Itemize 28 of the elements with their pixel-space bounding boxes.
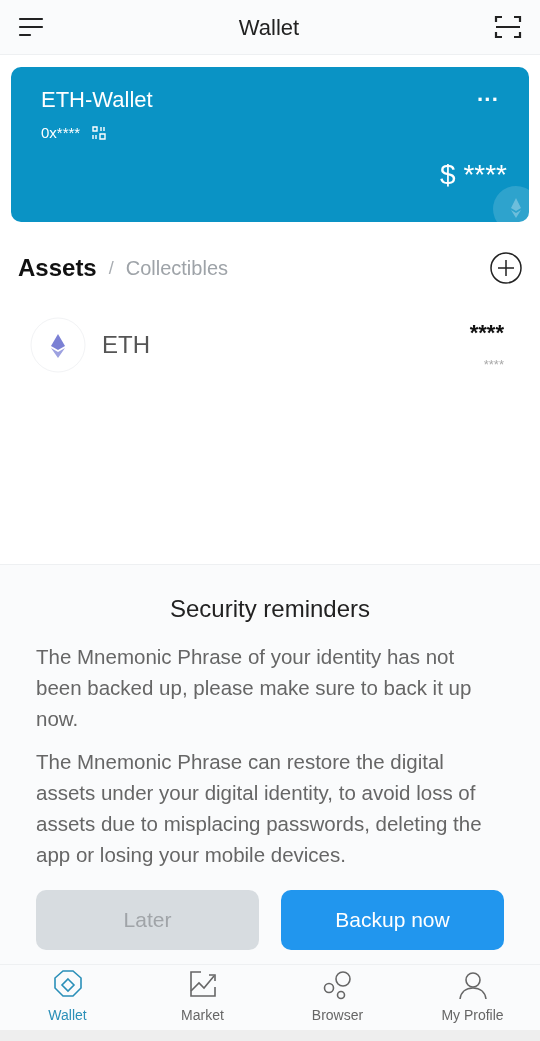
ethereum-icon [30, 317, 86, 374]
wallet-address: 0x**** [41, 123, 81, 143]
bubbles-icon [321, 969, 354, 1001]
tab[interactable]: Collectibles [125, 253, 228, 283]
scan-icon[interactable] [494, 14, 522, 40]
menu-icon[interactable] [18, 16, 44, 38]
reminder-text: The Mnemonic Phrase can restore the digital assets under your digital identity, to avoid loss of assets due to misplacing passwords, deleting the app or losing your mobile devices. [36, 749, 483, 868]
asset-row[interactable]: ETH **** **** [0, 316, 540, 375]
reminder-text: The Mnemonic Phrase of your identity has not been backed up, please make sure to back it up now. [36, 644, 473, 732]
more-button[interactable]: ··· [477, 83, 499, 116]
asset-symbol: ETH [102, 330, 150, 361]
wallet-card[interactable]: ETH-Wallet ··· 0x**** $ **** [11, 67, 529, 222]
asset-value: **** [483, 356, 504, 374]
nav-tab[interactable]: Wallet [0, 965, 135, 1030]
wallet-balance: $ **** [440, 158, 507, 192]
nav-tab[interactable]: Browser [270, 965, 405, 1030]
nav-tab[interactable]: Market [135, 965, 270, 1030]
tab[interactable]: Assets [18, 250, 97, 286]
nav-tab[interactable]: My Profile [405, 965, 540, 1030]
add-icon[interactable] [490, 252, 522, 284]
asset-amount: **** [469, 319, 504, 347]
person-icon [456, 969, 489, 1001]
backup-button[interactable]: Backup now [281, 890, 504, 950]
sheet-title: Security reminders [168, 594, 372, 624]
page-title: Wallet [238, 13, 300, 42]
qr-code-icon[interactable] [92, 126, 107, 141]
wallet-name: ETH-Wallet [41, 86, 153, 114]
tab-separator: / [108, 256, 114, 280]
